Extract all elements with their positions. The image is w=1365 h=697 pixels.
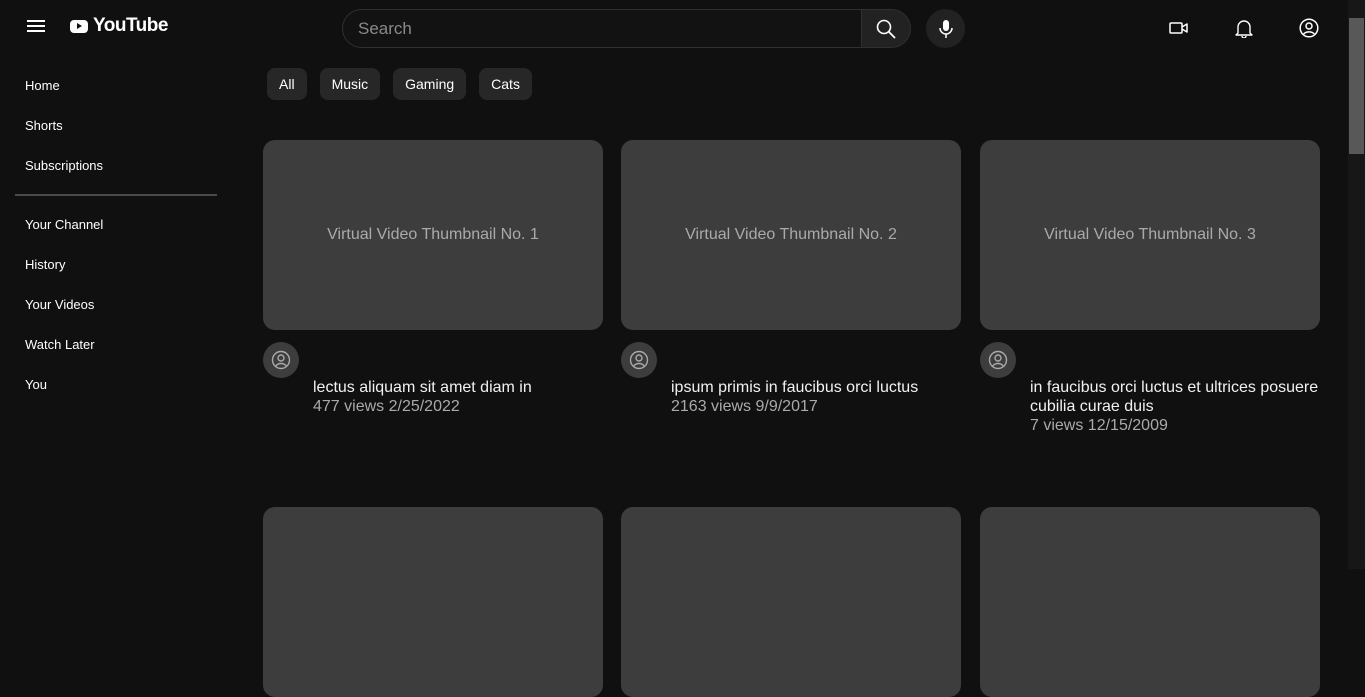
- filter-chips: All Music Gaming Cats: [267, 68, 545, 100]
- chip-gaming[interactable]: Gaming: [393, 68, 467, 100]
- video-thumbnail[interactable]: Virtual Video Thumbnail No. 3: [980, 140, 1320, 330]
- chip-music[interactable]: Music: [319, 68, 381, 100]
- video-thumbnail[interactable]: [980, 507, 1320, 697]
- video-thumbnail[interactable]: Virtual Video Thumbnail No. 2: [621, 140, 961, 330]
- notifications-button[interactable]: [1232, 16, 1256, 40]
- sidebar-item-your-channel[interactable]: Your Channel: [0, 204, 232, 244]
- video-title[interactable]: lectus aliquam sit amet diam in: [313, 378, 609, 397]
- sidebar-item-shorts[interactable]: Shorts: [0, 105, 232, 145]
- channel-avatar[interactable]: [621, 342, 657, 378]
- video-stats: 7 views 12/15/2009: [1030, 417, 1168, 434]
- top-bar: YouTube: [0, 0, 1348, 56]
- sidebar-item-label: Your Channel: [25, 216, 104, 232]
- video-thumbnail[interactable]: Virtual Video Thumbnail No. 1: [263, 140, 603, 330]
- sidebar-item-you[interactable]: You: [0, 364, 232, 404]
- sidebar: Home Shorts Subscriptions Your Channel H…: [0, 56, 232, 404]
- mic-icon: [938, 19, 953, 38]
- scrollbar-thumb[interactable]: [1349, 18, 1364, 154]
- video-meta: ipsum primis in faucibus orci luctus 216…: [671, 378, 967, 416]
- video-meta: in faucibus orci luctus et ultrices posu…: [1030, 378, 1326, 435]
- video-card[interactable]: Virtual Video Thumbnail No. 2 ipsum prim…: [621, 140, 962, 415]
- create-button[interactable]: [1167, 16, 1191, 40]
- video-stats: 477 views 2/25/2022: [313, 398, 460, 415]
- voice-search-button[interactable]: [926, 9, 965, 48]
- sidebar-item-label: Shorts: [25, 117, 63, 133]
- sidebar-item-label: History: [25, 256, 66, 272]
- youtube-logo[interactable]: YouTube: [70, 15, 168, 37]
- video-stats: 2163 views 9/9/2017: [671, 398, 818, 415]
- video-title[interactable]: ipsum primis in faucibus orci luctus: [671, 378, 967, 397]
- chip-all[interactable]: All: [267, 68, 307, 100]
- sidebar-item-label: You: [25, 376, 47, 392]
- chip-cats[interactable]: Cats: [479, 68, 532, 100]
- youtube-play-icon: [70, 19, 88, 33]
- video-card[interactable]: [621, 507, 962, 697]
- video-thumbnail[interactable]: [621, 507, 961, 697]
- video-card[interactable]: [980, 507, 1321, 697]
- search-input[interactable]: [342, 9, 861, 48]
- sidebar-item-label: Subscriptions: [25, 157, 104, 173]
- sidebar-item-label: Home: [25, 77, 60, 93]
- channel-avatar[interactable]: [263, 342, 299, 378]
- sidebar-item-label: Watch Later: [25, 336, 95, 352]
- sidebar-item-label: Your Videos: [25, 296, 95, 312]
- video-title[interactable]: in faucibus orci luctus et ultrices posu…: [1030, 378, 1326, 416]
- search-button[interactable]: [861, 9, 911, 48]
- account-icon: [629, 350, 649, 370]
- search-icon: [876, 19, 896, 38]
- account-button[interactable]: [1297, 16, 1321, 40]
- video-meta: lectus aliquam sit amet diam in 477 view…: [313, 378, 609, 416]
- logo-text: YouTube: [93, 15, 168, 36]
- video-card[interactable]: [263, 507, 604, 697]
- search-bar: [342, 9, 911, 48]
- sidebar-item-subscriptions[interactable]: Subscriptions: [0, 145, 232, 185]
- video-thumbnail[interactable]: [263, 507, 603, 697]
- account-icon: [988, 350, 1008, 370]
- account-icon: [271, 350, 291, 370]
- bell-icon: [1235, 20, 1253, 38]
- video-card[interactable]: Virtual Video Thumbnail No. 1 lectus ali…: [263, 140, 604, 415]
- menu-icon[interactable]: [24, 17, 48, 37]
- sidebar-divider: [15, 194, 217, 196]
- sidebar-item-your-videos[interactable]: Your Videos: [0, 284, 232, 324]
- account-icon: [1299, 18, 1319, 38]
- sidebar-item-history[interactable]: History: [0, 244, 232, 284]
- video-camera-icon: [1169, 22, 1188, 34]
- channel-avatar[interactable]: [980, 342, 1016, 378]
- video-card[interactable]: Virtual Video Thumbnail No. 3 in faucibu…: [980, 140, 1321, 434]
- sidebar-item-home[interactable]: Home: [0, 65, 232, 105]
- sidebar-item-watch-later[interactable]: Watch Later: [0, 324, 232, 364]
